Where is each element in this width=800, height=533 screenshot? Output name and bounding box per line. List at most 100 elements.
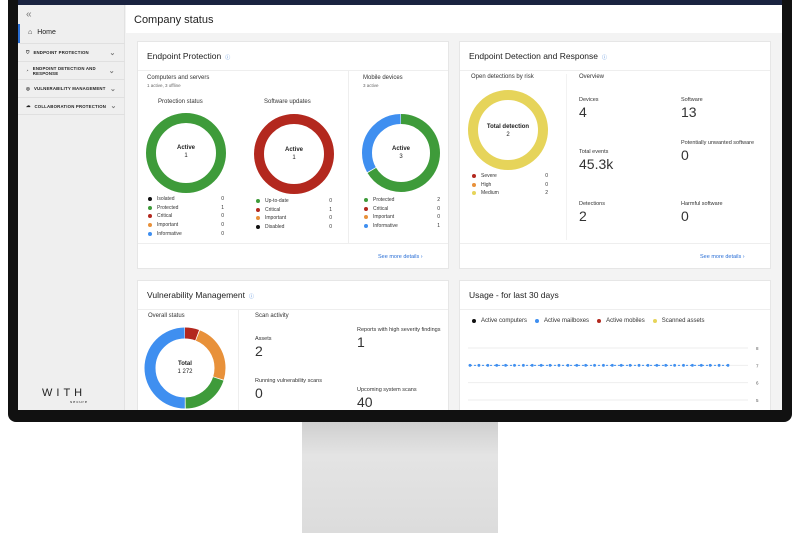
data-point[interactable] [655,363,659,367]
sidebar: « ⌂ Home ⛉ ENDPOINT PROTECTION ⌄ ◔ ENDPOINT … [18,5,125,410]
legend-value: 0 [329,198,332,205]
legend-item: Disabled 0 [256,223,332,232]
mobile-legend: Protected 2 Critical 0 Important 0 Informative… [364,196,440,230]
stat-running-scans: Running vulnerability scans 0 [255,378,322,401]
risk-title: Open detections by risk [471,74,534,80]
cloud-icon: ☁ [26,103,31,108]
legend-item: Informative 1 [364,222,440,231]
data-point[interactable] [619,363,623,367]
info-icon[interactable]: ⓘ [249,294,254,300]
screen: « ⌂ Home ⛉ ENDPOINT PROTECTION ⌄ ◔ ENDPOINT … [18,5,782,410]
legend-value: 0 [545,173,548,180]
legend-label: Critical [373,205,389,212]
data-point[interactable] [495,363,499,367]
data-point[interactable] [610,363,614,367]
data-point[interactable] [548,363,552,367]
legend-dot [472,174,476,179]
scan-icon: ◎ [26,85,30,91]
collapse-sidebar-icon[interactable]: « [26,9,32,20]
see-more-details-link[interactable]: See more details › [700,254,745,260]
data-point[interactable] [628,363,632,367]
mobile-center: Active 3 [391,146,410,160]
sidebar-item-edr[interactable]: ◔ ENDPOINT DETECTION AND RESPONSE ⌄ [18,61,125,79]
stat-assets: Assets 2 [255,336,272,359]
stat-software: Software 13 [681,97,703,120]
legend-label: Informative [373,223,398,230]
legend-label: Up-to-date [265,198,289,205]
legend-dot [148,205,152,210]
data-point[interactable] [504,363,507,367]
sidebar-item-collaboration[interactable]: ☁ COLLABORATION PROTECTION ⌄ [18,97,125,115]
data-point[interactable] [699,363,703,367]
data-point[interactable] [637,363,641,367]
edr-card: Endpoint Detection and Response ⓘ Open de… [459,41,771,269]
card-title: Usage - for last 30 days [469,290,559,300]
data-point[interactable] [602,363,605,367]
radar-icon: ◔ [26,68,29,73]
see-more-details-link[interactable]: See more details › [378,254,423,260]
page-title: Company status [134,14,214,26]
legend-dot [256,225,260,230]
info-icon[interactable]: ⓘ [602,55,607,61]
data-point[interactable] [584,363,588,367]
computers-title: Computers and servers [147,75,210,81]
stat-detections: Detections 2 [579,201,605,224]
legend-value: 0 [329,224,332,231]
legend-value: 0 [221,213,224,220]
sidebar-item-vulnerability[interactable]: ◎ VULNERABILITY MANAGEMENT ⌄ [18,79,125,97]
data-point[interactable] [717,363,721,367]
info-icon[interactable]: ⓘ [225,55,230,61]
legend-value: 1 [437,223,440,230]
data-point[interactable] [486,363,490,367]
card-title: Endpoint Detection and Response ⓘ [469,51,608,61]
y-tick-label: 8 [756,346,759,351]
data-point[interactable] [691,363,694,367]
data-point[interactable] [557,363,561,367]
monitor-stand [302,422,498,533]
usage-chart: 8 7 6 5 [468,346,759,403]
data-point[interactable] [682,363,685,367]
legend-label: Informative [157,230,182,237]
legend-item: Active mailboxes [535,317,589,326]
data-point[interactable] [673,363,677,367]
data-point[interactable] [566,363,570,367]
legend-dot [256,216,260,221]
computers-subtitle: 1 active, 3 offline [147,83,181,88]
vulnerability-center: Total 1 272 [177,361,193,375]
legend-item: Protected 1 [148,204,224,213]
sidebar-item-endpoint-protection[interactable]: ⛉ ENDPOINT PROTECTION ⌄ [18,43,125,61]
data-point[interactable] [646,363,650,367]
stat-harmful: Harmful software 0 [681,201,723,224]
data-point[interactable] [477,363,481,367]
data-point[interactable] [664,363,668,367]
legend-dot [472,191,476,196]
legend-value: 0 [437,205,440,212]
data-point[interactable] [575,363,579,367]
stat-pua: Potentially unwanted software 0 [681,140,755,163]
legend-dot [364,215,368,220]
data-point[interactable] [593,363,596,367]
sidebar-item-home[interactable]: ⌂ Home [18,24,125,43]
data-point[interactable] [530,363,534,367]
overall-status-title: Overall status [148,313,185,319]
data-point[interactable] [708,363,712,367]
legend-label: Critical [265,206,281,213]
data-point[interactable] [539,363,543,367]
stat-reports: Reports with high severity findings 1 [357,327,441,350]
data-point[interactable] [726,363,730,367]
data-point[interactable] [513,363,516,367]
y-tick-label: 5 [756,398,759,403]
legend-dot [148,231,152,236]
legend-item: Isolated 0 [148,195,224,204]
detections-center: Total detection 2 [486,124,530,138]
stat-devices: Devices 4 [579,97,599,120]
legend-dot [364,224,368,229]
data-point[interactable] [521,363,525,367]
legend-value: 1 [329,206,332,213]
data-point[interactable] [468,363,472,367]
legend-item: Active mobiles [597,317,645,326]
legend-label: Isolated [157,196,175,203]
legend-label: Protected [373,197,395,204]
updates-legend: Up-to-date 0 Critical 1 Important 0 Disabled 0 [256,197,332,231]
chevron-down-icon: ⌄ [110,103,117,110]
